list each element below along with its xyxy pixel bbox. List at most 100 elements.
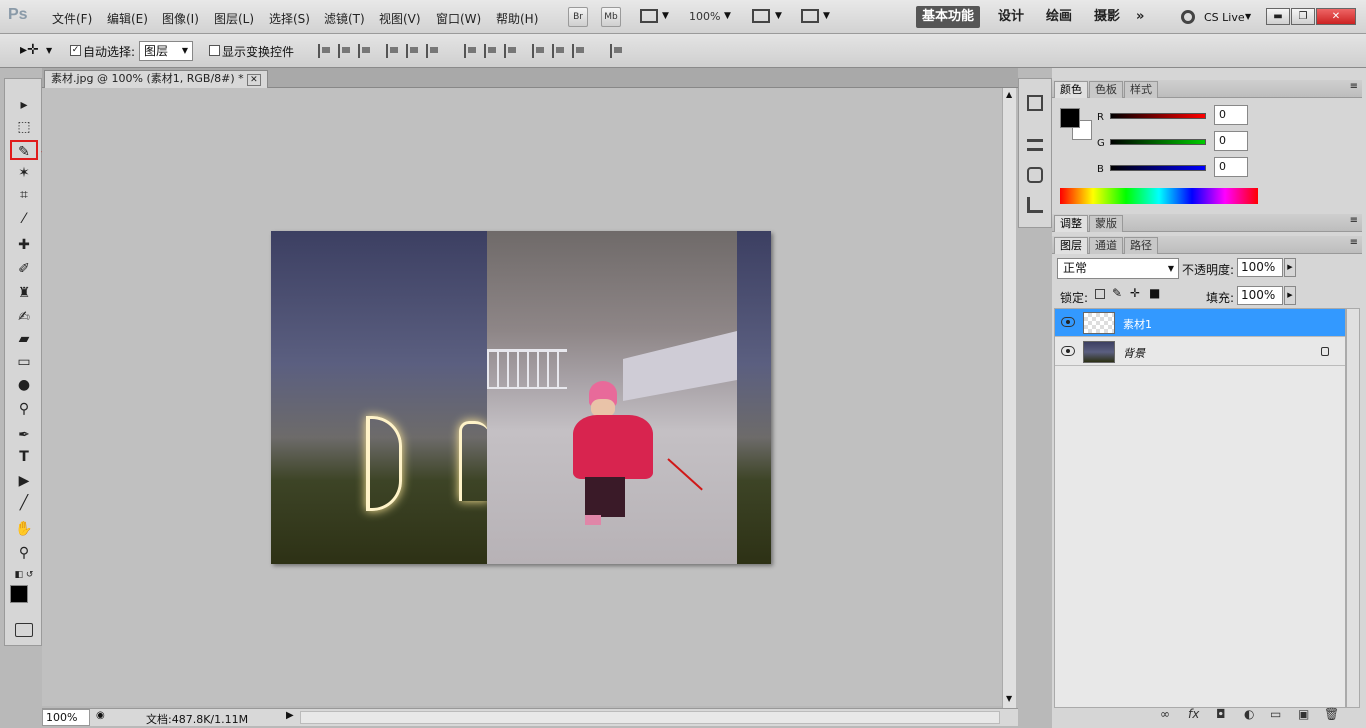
opacity-input[interactable]: 100% <box>1237 258 1283 277</box>
menu-select[interactable]: 选择(S) <box>269 10 310 27</box>
adjustment-layer-icon[interactable]: ◐ <box>1244 707 1254 721</box>
layer-style-icon[interactable]: fx <box>1188 707 1199 721</box>
tab-masks[interactable]: 蒙版 <box>1089 215 1123 232</box>
lock-position-icon[interactable]: ✛ <box>1130 286 1140 300</box>
fill-slider-arrow-icon[interactable]: ▶ <box>1284 286 1296 305</box>
line-tool-icon[interactable]: ╱ <box>10 493 38 513</box>
align-right-icon[interactable] <box>426 44 440 58</box>
workspace-painting[interactable]: 绘画 <box>1040 6 1078 28</box>
visibility-eye-icon[interactable] <box>1061 346 1075 356</box>
brush-presets-icon[interactable] <box>1027 139 1043 151</box>
workspace-photography[interactable]: 摄影 <box>1088 6 1126 28</box>
marquee-tool-icon[interactable]: ⬚ <box>10 117 38 137</box>
healing-brush-tool-icon[interactable]: ✚ <box>10 235 38 255</box>
cs-live-button[interactable]: CS Live <box>1204 11 1245 24</box>
path-selection-tool-icon[interactable]: ▶ <box>10 471 38 491</box>
type-tool-icon[interactable]: T <box>10 447 38 467</box>
chevron-down-icon[interactable]: ▼ <box>823 11 830 21</box>
quick-mask-icon[interactable] <box>15 623 33 637</box>
align-hcenter-icon[interactable] <box>406 44 420 58</box>
delete-layer-icon[interactable]: 🗑 <box>1324 707 1339 721</box>
magic-wand-tool-icon[interactable]: ✶ <box>10 163 38 183</box>
layer-row[interactable]: 背景 <box>1055 338 1345 366</box>
eyedropper-tool-icon[interactable]: ⁄ <box>10 209 38 229</box>
align-vcenter-icon[interactable] <box>338 44 352 58</box>
align-left-icon[interactable] <box>386 44 400 58</box>
zoom-level[interactable]: 100% <box>689 10 720 23</box>
fill-input[interactable]: 100% <box>1237 286 1283 305</box>
status-info-icon[interactable]: ◉ <box>96 710 105 721</box>
distribute-hcenter-icon[interactable] <box>552 44 566 58</box>
layer-row-selected[interactable]: 素材1 <box>1055 309 1345 337</box>
lock-image-icon[interactable]: ✎ <box>1112 286 1122 300</box>
distribute-vcenter-icon[interactable] <box>484 44 498 58</box>
tab-adjustments[interactable]: 调整 <box>1054 215 1088 232</box>
blue-value-input[interactable]: 0 <box>1214 157 1248 177</box>
blue-slider[interactable] <box>1110 165 1206 171</box>
new-layer-icon[interactable]: ▣ <box>1298 707 1309 721</box>
history-panel-icon[interactable] <box>1027 95 1043 111</box>
quick-selection-tool-icon[interactable]: ✎ <box>10 140 38 160</box>
workspace-essentials[interactable]: 基本功能 <box>916 6 981 28</box>
lock-transparent-icon[interactable] <box>1095 289 1105 299</box>
vertical-scrollbar[interactable]: ▲ ▼ <box>1002 88 1016 708</box>
horizontal-scrollbar[interactable] <box>300 711 1000 724</box>
brush-tool-icon[interactable]: ✐ <box>10 259 38 279</box>
clone-stamp-tool-icon[interactable]: ♜ <box>10 283 38 303</box>
distribute-bottom-icon[interactable] <box>504 44 518 58</box>
history-brush-tool-icon[interactable]: ✍ <box>10 307 38 327</box>
panel-menu-icon[interactable]: ≡ <box>1350 81 1358 92</box>
distribute-top-icon[interactable] <box>464 44 478 58</box>
opacity-slider-arrow-icon[interactable]: ▶ <box>1284 258 1296 277</box>
menu-filter[interactable]: 滤镜(T) <box>324 10 365 27</box>
eraser-tool-icon[interactable]: ▰ <box>10 329 38 349</box>
red-slider[interactable] <box>1110 113 1206 119</box>
foreground-color-swatch[interactable] <box>1060 108 1080 128</box>
swap-colors-icon[interactable]: ◧ ↺ <box>10 565 38 585</box>
zoom-field[interactable]: 100% <box>42 709 90 726</box>
dodge-tool-icon[interactable]: ⚲ <box>10 399 38 419</box>
panel-menu-icon[interactable]: ≡ <box>1350 237 1358 248</box>
menu-window[interactable]: 窗口(W) <box>436 10 481 27</box>
move-tool-preset-icon[interactable]: ▸✛ <box>20 42 39 58</box>
menu-layer[interactable]: 图层(L) <box>214 10 254 27</box>
link-layers-icon[interactable]: ∞ <box>1160 707 1170 721</box>
color-spectrum-ramp[interactable] <box>1060 188 1258 204</box>
maximize-button[interactable]: ❐ <box>1291 8 1315 25</box>
menu-file[interactable]: 文件(F) <box>52 10 92 27</box>
auto-select-checkbox[interactable]: ✓ <box>70 45 81 56</box>
menu-help[interactable]: 帮助(H) <box>496 10 538 27</box>
pen-tool-icon[interactable]: ✒ <box>10 425 38 445</box>
align-bottom-icon[interactable] <box>358 44 372 58</box>
add-mask-icon[interactable]: ◘ <box>1216 707 1226 721</box>
close-tab-icon[interactable]: ✕ <box>247 74 261 86</box>
chevron-down-icon[interactable]: ▼ <box>662 11 669 21</box>
gradient-tool-icon[interactable]: ▭ <box>10 352 38 372</box>
red-value-input[interactable]: 0 <box>1214 105 1248 125</box>
status-menu-arrow-icon[interactable]: ▶ <box>286 710 294 721</box>
visibility-eye-icon[interactable] <box>1061 317 1075 327</box>
arrange-documents-icon[interactable] <box>752 9 770 23</box>
hand-tool-icon[interactable]: ✋ <box>10 519 38 539</box>
tab-swatches[interactable]: 色板 <box>1089 81 1123 98</box>
tool-presets-icon[interactable] <box>1027 197 1043 213</box>
document-tab[interactable]: 素材.jpg @ 100% (素材1, RGB/8#) * ✕ <box>44 70 268 88</box>
scroll-down-icon[interactable]: ▼ <box>1006 694 1012 703</box>
tab-color[interactable]: 颜色 <box>1054 81 1088 98</box>
distribute-right-icon[interactable] <box>572 44 586 58</box>
chevron-down-icon[interactable]: ▼ <box>775 11 782 21</box>
lock-all-icon[interactable]: ■ <box>1149 286 1160 300</box>
show-transform-checkbox[interactable] <box>209 45 220 56</box>
chevron-down-icon[interactable]: ▼ <box>724 11 731 21</box>
minimize-button[interactable]: ▬ <box>1266 8 1290 25</box>
menu-image[interactable]: 图像(I) <box>162 10 199 27</box>
menu-view[interactable]: 视图(V) <box>379 10 421 27</box>
menu-edit[interactable]: 编辑(E) <box>107 10 148 27</box>
align-top-icon[interactable] <box>318 44 332 58</box>
move-tool-icon[interactable]: ▸ <box>10 95 38 115</box>
extras-icon[interactable] <box>640 9 658 23</box>
scroll-up-icon[interactable]: ▲ <box>1006 90 1012 99</box>
green-slider[interactable] <box>1110 139 1206 145</box>
auto-align-icon[interactable] <box>610 44 624 58</box>
workspace-more-button[interactable]: » <box>1130 6 1150 28</box>
